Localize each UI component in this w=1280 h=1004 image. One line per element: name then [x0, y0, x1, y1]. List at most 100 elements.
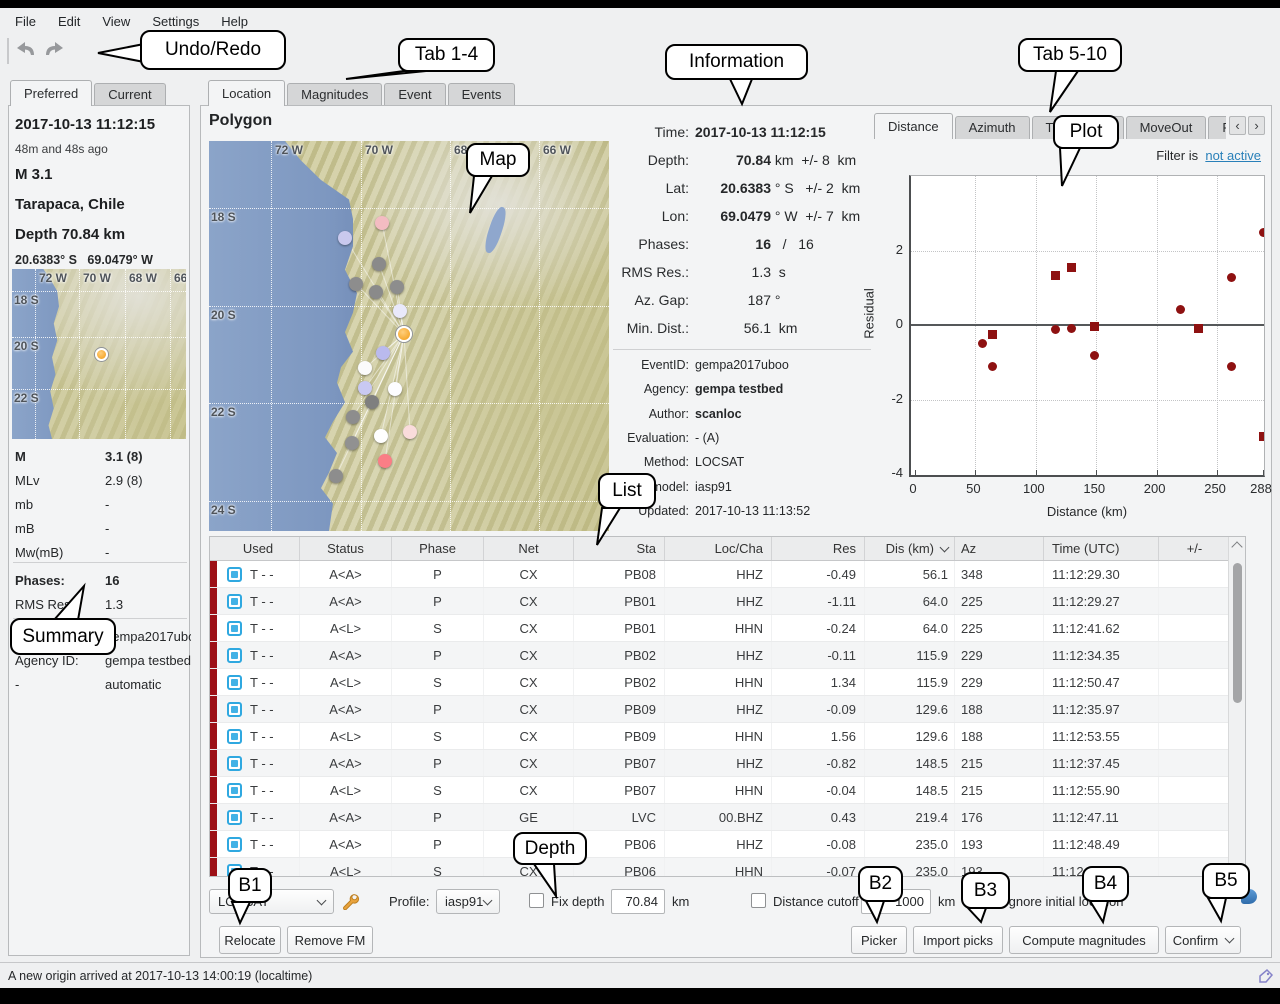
- scrollbar-thumb[interactable]: [1233, 563, 1242, 703]
- menu-item-help[interactable]: Help: [210, 14, 259, 29]
- used-checkbox[interactable]: [227, 648, 242, 663]
- plot-tab-distance[interactable]: Distance: [874, 113, 953, 139]
- residual-point-square[interactable]: [988, 330, 997, 339]
- table-row[interactable]: T - -A<A>PGELVC00.BHZ0.43219.417611:12:4…: [210, 804, 1245, 831]
- residual-point-circle[interactable]: [1067, 324, 1076, 333]
- cell-time: 11:12:50.47: [1044, 669, 1159, 695]
- residual-point-circle[interactable]: [978, 339, 987, 348]
- filter-status-link[interactable]: not active: [1205, 148, 1261, 163]
- column-header-time-utc[interactable]: Time (UTC): [1044, 537, 1159, 560]
- used-checkbox[interactable]: [227, 756, 242, 771]
- tab-magnitudes[interactable]: Magnitudes: [287, 83, 382, 106]
- scroll-up-icon[interactable]: [1231, 541, 1242, 552]
- table-scrollbar[interactable]: [1228, 537, 1245, 876]
- used-checkbox[interactable]: [227, 783, 242, 798]
- column-header-sta[interactable]: Sta: [574, 537, 665, 560]
- sidebar-tab-current[interactable]: Current: [94, 83, 165, 106]
- column-header-phase[interactable]: Phase: [392, 537, 484, 560]
- column-header-loc-cha[interactable]: Loc/Cha: [665, 537, 772, 560]
- import-picks-button[interactable]: Import picks: [913, 926, 1003, 954]
- table-row[interactable]: T - -A<A>PCXPB09HHZ-0.09129.618811:12:35…: [210, 696, 1245, 723]
- remove-fm-button[interactable]: Remove FM: [287, 926, 373, 954]
- menu-item-file[interactable]: File: [4, 14, 47, 29]
- picker-button[interactable]: Picker: [851, 926, 907, 954]
- column-header-[interactable]: +/-: [1159, 537, 1230, 560]
- menu-item-view[interactable]: View: [91, 14, 141, 29]
- epicenter-marker[interactable]: [95, 348, 108, 361]
- used-checkbox[interactable]: [227, 729, 242, 744]
- depth-input[interactable]: 70.84: [611, 889, 665, 914]
- compute-magnitudes-button[interactable]: Compute magnitudes: [1009, 926, 1159, 954]
- table-row[interactable]: T - -A<L>SCXPB07HHN-0.04148.521511:12:55…: [210, 777, 1245, 804]
- cell-uncertainty: [1159, 831, 1230, 857]
- cell-loc-cha: HHN: [665, 858, 772, 877]
- residual-point-square[interactable]: [1067, 263, 1076, 272]
- residual-point-square[interactable]: [1194, 324, 1203, 333]
- cell-loc-cha: HHN: [665, 615, 772, 641]
- epicenter-marker[interactable]: [396, 326, 412, 342]
- table-row[interactable]: T - -A<L>SCXPB01HHN-0.2464.022511:12:41.…: [210, 615, 1245, 642]
- redo-button[interactable]: [42, 40, 68, 62]
- cell-uncertainty: [1159, 642, 1230, 668]
- column-header-res[interactable]: Res: [772, 537, 865, 560]
- table-row[interactable]: T - -A<A>PCXPB08HHZ-0.4956.134811:12:29.…: [210, 561, 1245, 588]
- residual-point-square[interactable]: [1090, 322, 1099, 331]
- plot-tab-azimuth[interactable]: Azimuth: [955, 116, 1030, 139]
- residual-point-circle[interactable]: [1227, 362, 1236, 371]
- menu-item-settings[interactable]: Settings: [141, 14, 210, 29]
- cell-status: A<L>: [300, 615, 392, 641]
- residual-point-circle[interactable]: [1051, 325, 1060, 334]
- column-header-status[interactable]: Status: [300, 537, 392, 560]
- undo-button[interactable]: [12, 40, 38, 62]
- profile-select[interactable]: iasp91: [436, 889, 500, 914]
- residual-point-circle[interactable]: [1090, 351, 1099, 360]
- tab-events[interactable]: Events: [448, 83, 516, 106]
- callout-summary: Summary: [10, 618, 116, 655]
- tab-location[interactable]: Location: [208, 80, 285, 106]
- tab-scroll-left-button[interactable]: ‹: [1229, 116, 1246, 135]
- table-row[interactable]: T - -A<A>PCXPB01HHZ-1.1164.022511:12:29.…: [210, 588, 1245, 615]
- info-label: Lon:: [501, 208, 689, 224]
- used-checkbox[interactable]: [227, 567, 242, 582]
- tab-event[interactable]: Event: [384, 83, 445, 106]
- region-name: Tarapaca, Chile: [15, 196, 125, 213]
- relocate-button[interactable]: Relocate: [219, 926, 281, 954]
- locator-settings-button[interactable]: [341, 892, 360, 915]
- plot-gridline-h: [911, 400, 1264, 401]
- plot-tab-moveout[interactable]: MoveOut: [1126, 116, 1207, 139]
- residual-point-circle[interactable]: [1259, 228, 1266, 237]
- residual-point-square[interactable]: [1051, 271, 1060, 280]
- column-header-az[interactable]: Az: [955, 537, 1044, 560]
- used-checkbox[interactable]: [227, 810, 242, 825]
- column-header-used[interactable]: Used: [217, 537, 300, 560]
- info-row: Depth:70.84 km +/- 8 km: [201, 152, 921, 178]
- used-checkbox[interactable]: [227, 594, 242, 609]
- residual-point-circle[interactable]: [1227, 273, 1236, 282]
- cell-az: 229: [955, 642, 1044, 668]
- table-row[interactable]: T - -A<A>PCXPB02HHZ-0.11115.922911:12:34…: [210, 642, 1245, 669]
- fix-depth-checkbox[interactable]: [529, 893, 544, 908]
- cell-phase: P: [392, 588, 484, 614]
- tab-scroll-right-button[interactable]: ›: [1248, 116, 1265, 135]
- sidebar-tab-preferred[interactable]: Preferred: [10, 80, 92, 106]
- residual-point-circle[interactable]: [1176, 305, 1185, 314]
- column-header-dis-km[interactable]: Dis (km): [865, 537, 955, 560]
- distance-cutoff-checkbox[interactable]: [751, 893, 766, 908]
- table-row[interactable]: T - -A<A>PCXPB07HHZ-0.82148.521511:12:37…: [210, 750, 1245, 777]
- table-row[interactable]: T - -A<L>SCXPB09HHN1.56129.618811:12:53.…: [210, 723, 1245, 750]
- table-row[interactable]: T - -A<A>PCXPB06HHZ-0.08235.019311:12:48…: [210, 831, 1245, 858]
- cell-time: 11:12:41.62: [1044, 615, 1159, 641]
- menu-item-edit[interactable]: Edit: [47, 14, 91, 29]
- used-checkbox[interactable]: [227, 702, 242, 717]
- confirm-button[interactable]: Confirm: [1165, 926, 1241, 954]
- plot-tab-polar[interactable]: Polar: [1208, 116, 1226, 139]
- residual-point-circle[interactable]: [988, 362, 997, 371]
- table-row[interactable]: T - -A<L>SCXPB02HHN1.34115.922911:12:50.…: [210, 669, 1245, 696]
- column-header-net[interactable]: Net: [484, 537, 574, 560]
- used-checkbox[interactable]: [227, 621, 242, 636]
- used-checkbox[interactable]: [227, 675, 242, 690]
- overview-map[interactable]: 72 W70 W68 W6618 S20 S22 S: [12, 269, 186, 439]
- residual-point-square[interactable]: [1259, 432, 1266, 441]
- residual-plot[interactable]: [909, 175, 1265, 477]
- used-checkbox[interactable]: [227, 837, 242, 852]
